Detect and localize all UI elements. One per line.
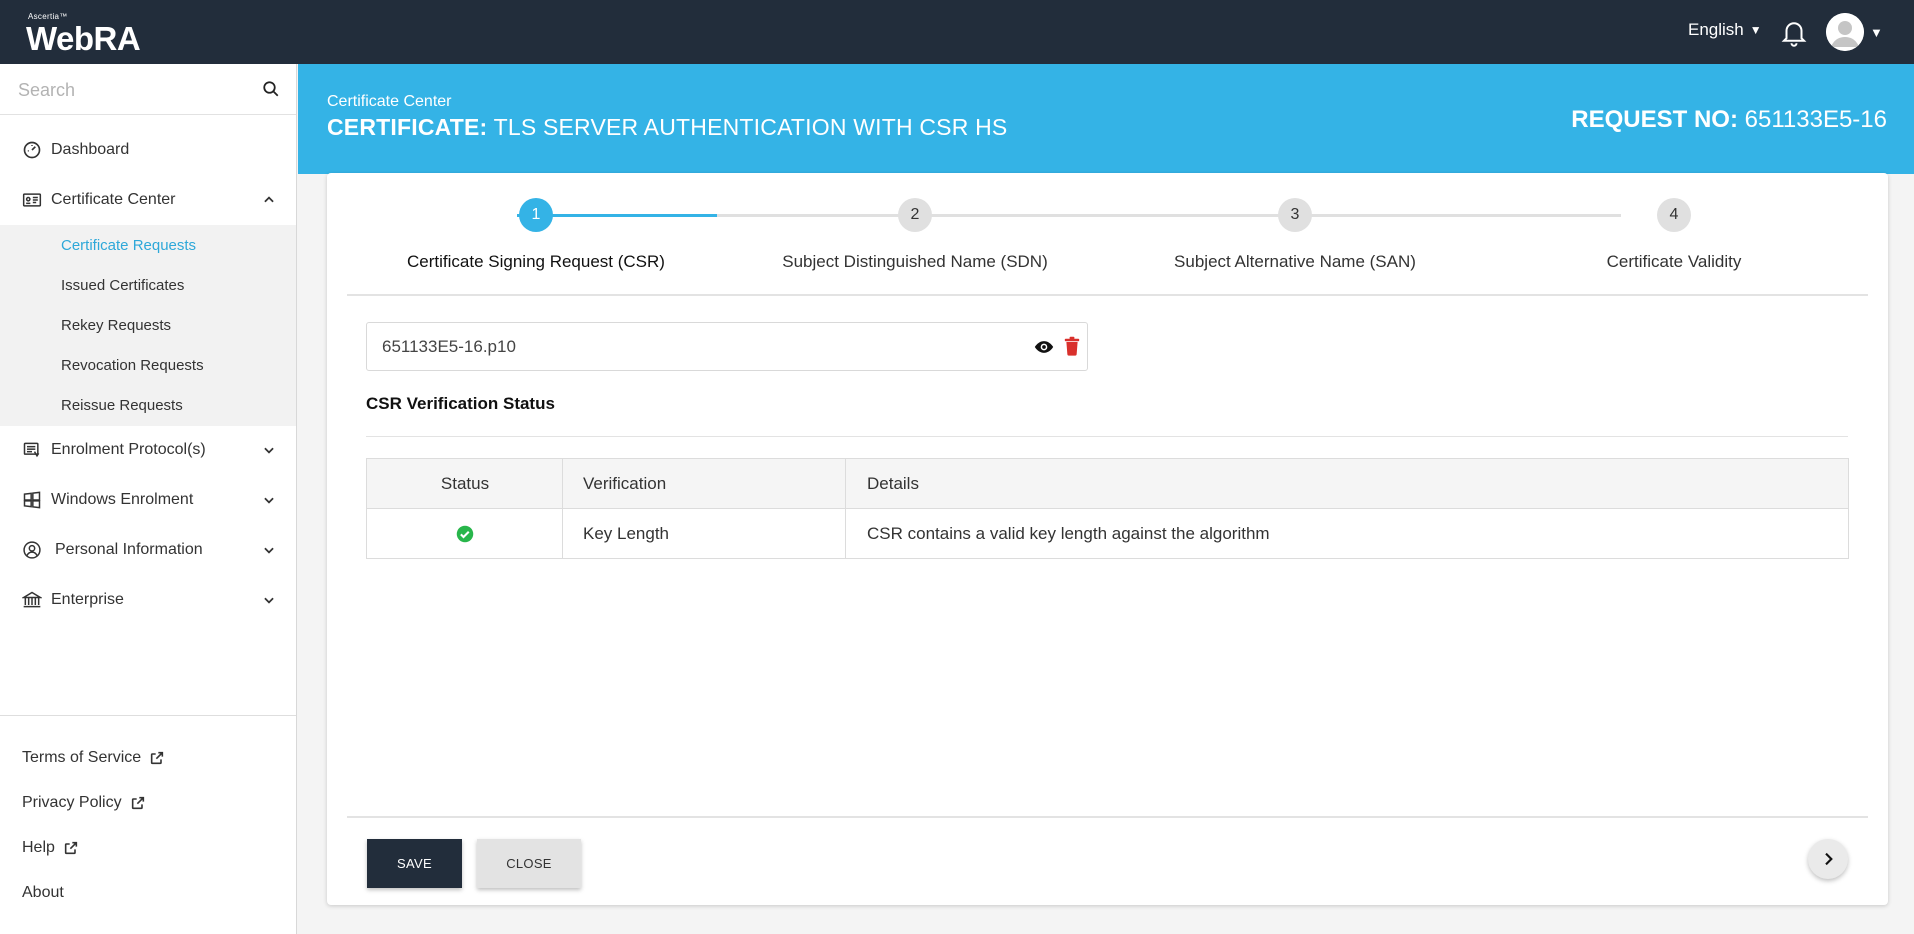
terms-of-service-link[interactable]: Terms of Service	[22, 749, 165, 767]
sidebar-subitem-rekey-requests[interactable]: Rekey Requests	[61, 317, 171, 334]
step-4-circle[interactable]: 4	[1657, 198, 1691, 232]
help-link[interactable]: Help	[22, 839, 79, 857]
breadcrumb[interactable]: Certificate Center	[327, 93, 452, 111]
column-header-details: Details	[867, 474, 919, 493]
sidebar-divider	[0, 715, 296, 716]
sidebar-item-label: Enrolment Protocol(s)	[51, 441, 206, 458]
wizard-card: 1 2 3 4 Certificate Signing Request (CSR…	[327, 173, 1888, 905]
chevron-down-icon	[264, 547, 274, 554]
webra-logo[interactable]: Ascertia™ WebRA	[26, 12, 141, 57]
search-input[interactable]	[18, 74, 258, 106]
link-label: About	[22, 884, 64, 901]
eye-icon[interactable]	[1034, 337, 1054, 357]
trash-icon[interactable]	[1064, 336, 1080, 356]
column-divider	[845, 459, 846, 559]
sidebar-item-enrolment-protocols[interactable]: Enrolment Protocol(s)	[0, 426, 296, 474]
step-2-label[interactable]: Subject Distinguished Name (SDN)	[735, 252, 1095, 272]
sidebar-search	[0, 64, 296, 115]
step-2-circle[interactable]: 2	[898, 198, 932, 232]
certificate-center-submenu: Certificate Requests Issued Certificates…	[0, 225, 296, 426]
next-step-button[interactable]	[1808, 839, 1848, 879]
language-selector[interactable]: English ▼	[1688, 20, 1762, 40]
bank-icon	[22, 591, 42, 608]
sidebar-item-enterprise[interactable]: Enterprise	[0, 576, 296, 624]
stepper-divider	[347, 294, 1868, 296]
caret-down-icon: ▼	[1870, 24, 1883, 40]
dashboard-icon	[23, 141, 41, 159]
sidebar-subitem-revocation-requests[interactable]: Revocation Requests	[61, 357, 204, 374]
link-label: Terms of Service	[22, 749, 142, 766]
search-icon[interactable]	[262, 80, 280, 98]
section-divider	[366, 436, 1848, 437]
page-title: CERTIFICATE: TLS SERVER AUTHENTICATION W…	[327, 114, 1007, 141]
link-label: Help	[22, 839, 55, 856]
sidebar-item-windows-enrolment[interactable]: Windows Enrolment	[0, 476, 296, 524]
windows-icon	[23, 491, 41, 509]
request-number: REQUEST NO: 651133E5-16	[1571, 106, 1887, 134]
footer-divider	[347, 816, 1868, 818]
sidebar: Dashboard Certificate Center Certificate…	[0, 64, 297, 934]
verification-cell: Key Length	[583, 524, 670, 543]
step-3-circle[interactable]: 3	[1278, 198, 1312, 232]
sidebar-item-dashboard[interactable]: Dashboard	[0, 126, 296, 174]
title-text: TLS SERVER AUTHENTICATION WITH CSR HS	[493, 114, 1008, 140]
chevron-down-icon	[264, 447, 274, 454]
external-link-icon	[64, 841, 78, 855]
section-title: CSR Verification Status	[366, 394, 555, 413]
chevron-right-icon	[1825, 852, 1833, 866]
logo-name: WebRA	[26, 20, 141, 57]
save-button[interactable]: SAVE	[367, 839, 462, 888]
caret-down-icon: ▼	[1749, 23, 1762, 37]
protocol-icon	[23, 442, 40, 458]
external-link-icon	[151, 751, 164, 765]
step-1-label[interactable]: Certificate Signing Request (CSR)	[356, 252, 716, 272]
sidebar-item-label: Enterprise	[51, 591, 124, 608]
sidebar-subitem-issued-certificates[interactable]: Issued Certificates	[61, 277, 184, 294]
step-3-label[interactable]: Subject Alternative Name (SAN)	[1115, 252, 1475, 272]
column-divider	[562, 459, 563, 559]
avatar-icon	[1826, 13, 1864, 51]
request-value: 651133E5-16	[1744, 106, 1887, 133]
link-label: Privacy Policy	[22, 794, 122, 811]
details-cell: CSR contains a valid key length against …	[867, 524, 1270, 543]
sidebar-item-label: Certificate Center	[51, 191, 176, 208]
sidebar-item-label: Personal Information	[55, 541, 203, 558]
chevron-down-icon	[264, 497, 274, 504]
column-header-status: Status	[440, 474, 490, 493]
certificate-icon	[22, 193, 42, 207]
table-header-row: Status Verification Details	[367, 459, 1848, 509]
chevron-up-icon	[264, 196, 274, 203]
bell-icon[interactable]	[1779, 17, 1809, 47]
check-circle-icon	[456, 525, 474, 543]
page-header: Certificate Center CERTIFICATE: TLS SERV…	[298, 64, 1914, 174]
csr-file-name: 651133E5-16.p10	[382, 337, 516, 356]
top-bar: Ascertia™ WebRA English ▼ ▼	[0, 0, 1914, 64]
column-header-verification: Verification	[583, 474, 667, 493]
chevron-down-icon	[264, 597, 274, 604]
step-1-circle[interactable]: 1	[519, 198, 553, 232]
sidebar-item-label: Dashboard	[51, 141, 130, 158]
sidebar-subitem-certificate-requests[interactable]: Certificate Requests	[61, 237, 196, 254]
close-button[interactable]: CLOSE	[477, 839, 581, 888]
step-4-label[interactable]: Certificate Validity	[1494, 252, 1854, 272]
csr-file-field: 651133E5-16.p10	[366, 322, 1088, 371]
verification-table: Status Verification Details Key Length C…	[366, 458, 1849, 559]
table-row: Key Length CSR contains a valid key leng…	[367, 509, 1848, 559]
status-cell	[367, 509, 563, 559]
external-link-icon	[131, 796, 144, 810]
sidebar-subitem-reissue-requests[interactable]: Reissue Requests	[61, 397, 183, 414]
privacy-policy-link[interactable]: Privacy Policy	[22, 794, 146, 812]
about-link[interactable]: About	[22, 884, 64, 902]
sidebar-item-certificate-center[interactable]: Certificate Center	[0, 176, 296, 224]
user-circle-icon	[23, 541, 41, 559]
title-prefix: CERTIFICATE:	[327, 114, 488, 140]
user-menu[interactable]: ▼	[1826, 13, 1883, 51]
sidebar-item-label: Windows Enrolment	[51, 491, 194, 508]
language-label: English	[1688, 20, 1744, 39]
request-label: REQUEST NO:	[1571, 106, 1738, 133]
sidebar-item-personal-information[interactable]: Personal Information	[0, 526, 296, 574]
